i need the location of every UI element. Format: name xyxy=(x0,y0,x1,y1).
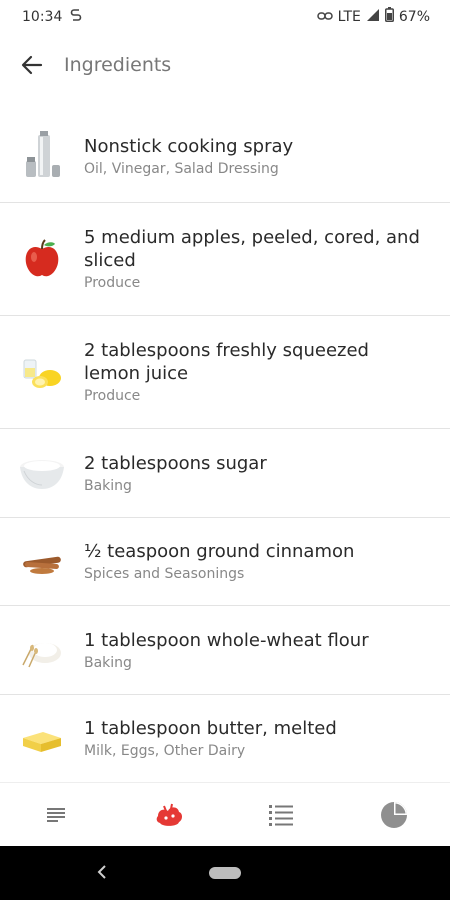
ingredient-list: Nonstick cooking spray Oil, Vinegar, Sal… xyxy=(0,110,450,782)
apple-icon xyxy=(0,239,84,279)
link-icon xyxy=(316,9,333,25)
list-item[interactable]: 2 tablespoons freshly squeezed lemon jui… xyxy=(0,316,450,429)
ingredient-name: Nonstick cooking spray xyxy=(84,135,294,157)
sugar-bowl-icon xyxy=(0,455,84,491)
arrow-left-icon xyxy=(21,55,43,75)
system-back-button[interactable] xyxy=(88,858,116,886)
overview-icon xyxy=(47,807,66,822)
system-navigation-bar xyxy=(0,846,450,900)
battery-icon xyxy=(384,7,394,26)
chevron-left-icon xyxy=(97,865,106,879)
list-item[interactable]: 1 tablespoon butter, melted Milk, Eggs, … xyxy=(0,695,450,782)
list-item[interactable]: Nonstick cooking spray Oil, Vinegar, Sal… xyxy=(0,110,450,203)
ingredient-category: Produce xyxy=(84,275,141,291)
cinnamon-icon xyxy=(0,547,84,577)
nav-ingredients[interactable] xyxy=(113,783,226,846)
app-bar: Ingredients xyxy=(0,33,450,97)
status-time: 10:34 xyxy=(22,8,63,25)
ingredient-category: Produce xyxy=(84,388,141,404)
list-item[interactable]: 1 tablespoon whole-wheat flour Baking xyxy=(0,606,450,695)
system-home-button[interactable] xyxy=(209,867,241,879)
butter-icon xyxy=(0,724,84,754)
ingredient-category: Baking xyxy=(84,477,132,494)
back-button[interactable] xyxy=(0,33,64,97)
list-item[interactable]: ½ teaspoon ground cinnamon Spices and Se… xyxy=(0,518,450,606)
lemon-icon xyxy=(0,354,84,390)
nav-nutrition[interactable] xyxy=(338,783,450,846)
ingredient-name: ½ teaspoon ground cinnamon xyxy=(84,541,355,562)
ingredients-icon xyxy=(156,803,182,826)
battery-percent: 67% xyxy=(398,8,430,25)
bottom-navigation xyxy=(0,782,450,846)
ingredient-category: Baking xyxy=(84,654,132,671)
sync-icon xyxy=(70,8,82,26)
page-title: Ingredients xyxy=(64,54,172,76)
nutrition-icon xyxy=(380,801,407,828)
ingredient-name: 2 tablespoons freshly squeezed lemon jui… xyxy=(84,340,369,384)
directions-icon xyxy=(269,804,294,826)
list-item[interactable]: 5 medium apples, peeled, cored, and slic… xyxy=(0,203,450,316)
signal-icon xyxy=(366,8,380,26)
ingredient-name: 1 tablespoon whole-wheat flour xyxy=(84,629,369,651)
ingredient-category: Oil, Vinegar, Salad Dressing xyxy=(84,160,279,177)
cooking-spray-icon xyxy=(0,131,84,181)
ingredient-name: 2 tablespoons sugar xyxy=(84,452,267,474)
ingredient-name: 5 medium apples, peeled, cored, and slic… xyxy=(84,227,420,271)
flour-icon xyxy=(0,631,84,669)
ingredient-category: Spices and Seasonings xyxy=(84,566,245,582)
nav-overview[interactable] xyxy=(0,783,113,846)
list-item[interactable]: 2 tablespoons sugar Baking xyxy=(0,429,450,518)
nav-directions[interactable] xyxy=(225,783,338,846)
ingredient-name: 1 tablespoon butter, melted xyxy=(84,718,337,739)
network-label: LTE xyxy=(337,8,361,25)
status-bar: 10:34 LTE 67% xyxy=(0,0,450,33)
ingredient-category: Milk, Eggs, Other Dairy xyxy=(84,743,246,759)
